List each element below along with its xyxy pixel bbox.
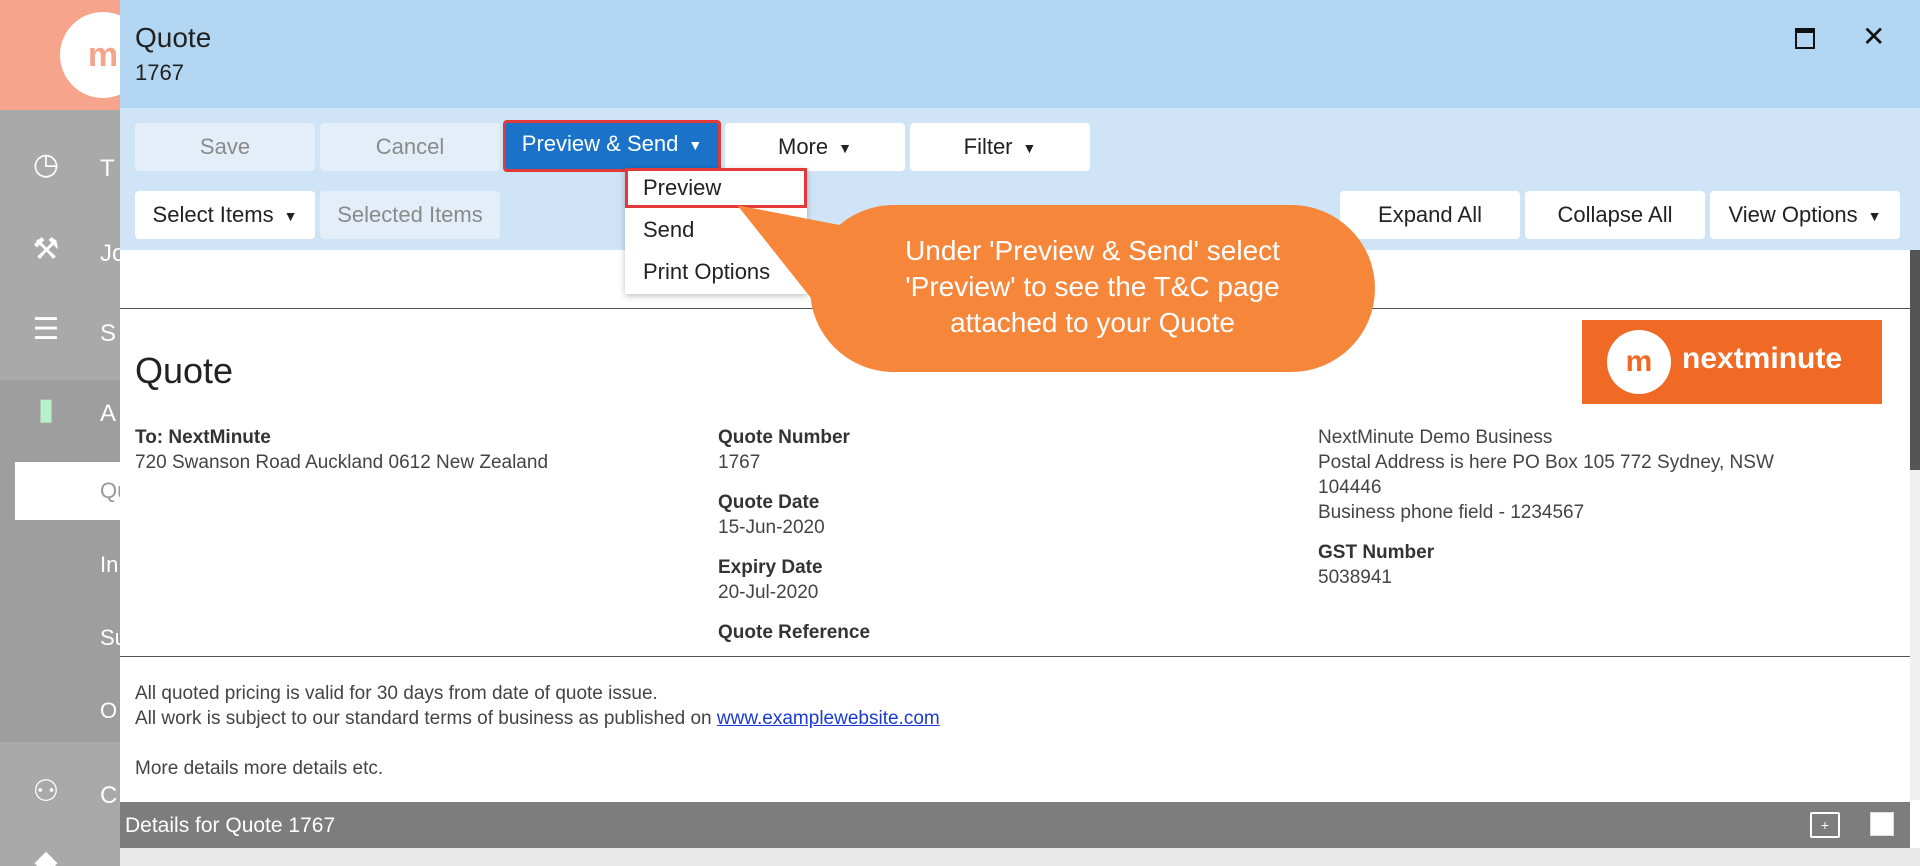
tag-icon[interactable]: ◆ <box>26 842 66 866</box>
details-row <box>120 848 1920 866</box>
chevron-down-icon: ▼ <box>838 140 852 157</box>
sidebar-item-accounts[interactable]: A <box>100 400 116 428</box>
logo-mark: m <box>1607 330 1671 394</box>
gst-number-label: GST Number <box>1318 542 1435 563</box>
save-button[interactable]: Save <box>135 123 315 171</box>
to-label: To: NextMinute <box>135 427 271 448</box>
sidebar-subitem-invoices[interactable]: In <box>100 552 118 578</box>
quote-date-value: 15-Jun-2020 <box>718 517 825 538</box>
postal-address-line2: 104446 <box>1318 477 1382 498</box>
callout-text-line-3: attached to your Quote <box>950 307 1235 338</box>
sidebar-item-contacts[interactable]: C <box>100 782 117 810</box>
users-icon[interactable]: ⚇ <box>26 772 66 812</box>
hammer-icon[interactable]: ⚒ <box>26 230 66 270</box>
chevron-down-icon: ▼ <box>1867 208 1882 225</box>
business-name: NextMinute Demo Business <box>1318 427 1553 448</box>
brand-area: m <box>0 0 120 110</box>
document-title: Quote <box>135 350 234 391</box>
view-options-button[interactable]: View Options ▼ <box>1710 191 1900 239</box>
checklist-icon[interactable]: ☰ <box>26 310 66 350</box>
logo-wordmark: nextminute <box>1682 342 1843 375</box>
scrollbar[interactable] <box>1910 250 1920 800</box>
sidebar-subitem-quotes-label: Qu <box>100 478 120 503</box>
sidebar-item-jobs[interactable]: Jo <box>100 240 120 268</box>
modal-title: Quote <box>135 22 212 53</box>
sidebar-section-bottom: ⚇ C ◆ <box>0 742 120 866</box>
sidebar-section-top: ◷ T ⚒ Jo ☰ S <box>0 110 120 380</box>
chevron-down-icon: ▼ <box>688 137 703 154</box>
details-title: Details for Quote 1767 <box>125 814 336 837</box>
select-items-label: Select Items <box>152 202 274 227</box>
scrollbar-thumb[interactable] <box>1910 250 1920 470</box>
terms-line-1: All quoted pricing is valid for 30 days … <box>135 683 658 704</box>
select-items-button[interactable]: Select Items ▼ <box>135 191 315 239</box>
app-logo[interactable]: m <box>60 12 120 98</box>
terms-website-link[interactable]: www.examplewebsite.com <box>717 708 940 729</box>
quote-reference-label: Quote Reference <box>718 622 871 643</box>
sidebar: m ◷ T ⚒ Jo ☰ S ▮ A In Su O Qu ⚇ C ◆ <box>0 0 120 866</box>
terms-line-2: All work is subject to our standard term… <box>135 708 940 730</box>
close-icon[interactable]: ✕ <box>1862 20 1885 53</box>
more-button[interactable]: More ▼ <box>725 123 905 171</box>
company-logo: m nextminute <box>1582 320 1882 404</box>
chevron-down-icon: ▼ <box>1022 140 1037 157</box>
details-header: Details for Quote 1767 + <box>120 802 1910 848</box>
quote-modal: Quote 1767 ✕ Save Cancel Preview & Send ▼… <box>120 0 1920 866</box>
to-address: 720 Swanson Road Auckland 0612 New Zeala… <box>135 452 549 473</box>
sidebar-subitem-orders[interactable]: O <box>100 698 117 724</box>
filter-label: Filter <box>963 134 1013 159</box>
quote-number-label: Quote Number <box>718 427 850 448</box>
more-label: More <box>778 134 829 159</box>
terms-line-3: More details more details etc. <box>135 758 384 779</box>
add-line-icon[interactable]: + <box>1810 812 1840 838</box>
quote-date-label: Quote Date <box>718 492 820 513</box>
sidebar-item-schedule[interactable]: S <box>100 320 116 348</box>
sidebar-section-accounts: ▮ A In Su O <box>0 380 120 742</box>
maximize-icon[interactable] <box>1795 28 1815 49</box>
select-all-checkbox[interactable] <box>1870 812 1894 836</box>
gst-number-value: 5038941 <box>1318 567 1392 588</box>
terms-line-2-text: All work is subject to our standard term… <box>135 708 712 729</box>
chevron-down-icon: ▼ <box>283 208 298 225</box>
selected-items-button[interactable]: Selected Items <box>320 191 500 239</box>
instruction-callout: Under 'Preview & Send' select 'Preview' … <box>810 205 1375 372</box>
modal-subtitle: 1767 <box>135 60 184 85</box>
clock-icon[interactable]: ◷ <box>26 145 66 185</box>
collapse-all-button[interactable]: Collapse All <box>1525 191 1705 239</box>
cancel-button[interactable]: Cancel <box>320 123 500 171</box>
preview-send-button[interactable]: Preview & Send ▼ <box>503 120 721 172</box>
sidebar-subitem-quotes[interactable]: Qu <box>15 462 120 520</box>
document-icon[interactable]: ▮ <box>26 390 66 430</box>
callout-text: Under 'Preview & Send' select 'Preview' … <box>850 233 1335 341</box>
view-options-label: View Options <box>1728 202 1858 227</box>
divider <box>120 656 1910 657</box>
business-phone: Business phone field - 1234567 <box>1318 502 1585 523</box>
postal-address-line1: Postal Address is here PO Box 105 772 Sy… <box>1318 452 1774 473</box>
callout-text-line-1: Under 'Preview & Send' select <box>905 235 1280 266</box>
sidebar-subitem-suppliers[interactable]: Su <box>100 625 120 651</box>
filter-button[interactable]: Filter ▼ <box>910 123 1090 171</box>
expand-all-button[interactable]: Expand All <box>1340 191 1520 239</box>
expiry-date-value: 20-Jul-2020 <box>718 582 819 603</box>
callout-text-line-2: 'Preview' to see the T&C page <box>905 271 1280 302</box>
preview-send-label: Preview & Send <box>521 131 679 156</box>
modal-header: Quote 1767 ✕ <box>120 0 1920 108</box>
sidebar-item-timesheets[interactable]: T <box>100 155 115 183</box>
expiry-date-label: Expiry Date <box>718 557 823 578</box>
quote-number-value: 1767 <box>718 452 761 473</box>
